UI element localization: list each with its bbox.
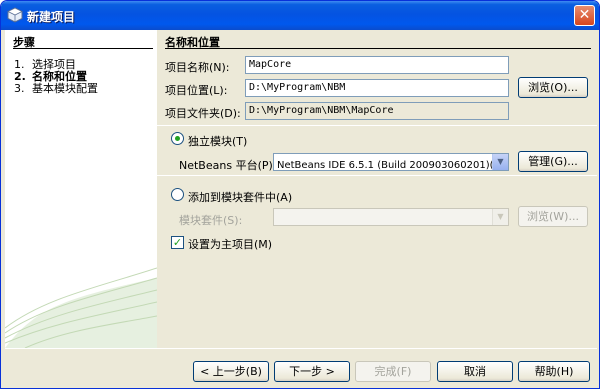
step-item-module-config: 3. 基本模块配置 — [14, 80, 98, 96]
project-folder-field: D:\MyProgram\NBM\MapCore — [245, 102, 509, 120]
platform-select[interactable]: NetBeans IDE 6.5.1 (Build 200903060201)(… — [273, 153, 509, 171]
button-bar-divider — [5, 348, 597, 349]
standalone-module-radio[interactable] — [171, 132, 184, 145]
title-bar[interactable]: 新建项目 ✕ — [1, 1, 599, 30]
standalone-module-label[interactable]: 独立模块(T) — [188, 133, 247, 149]
project-location-field[interactable]: D:\MyProgram\NBM — [245, 79, 509, 97]
main-project-label[interactable]: 设置为主项目(M) — [188, 236, 272, 252]
add-to-suite-label[interactable]: 添加到模块套件中(A) — [188, 189, 292, 205]
step-number: 3. — [14, 82, 25, 95]
form-pane: 名称和位置 项目名称(N): MapCore 项目位置(L): D:\MyPro… — [157, 30, 597, 348]
manage-platforms-button[interactable]: 管理(G)... — [518, 151, 588, 172]
cancel-button[interactable]: 取消 — [437, 361, 513, 382]
new-project-dialog: 新建项目 ✕ 步骤 1. 选择项目 2. 名称和位置 3. 基本模块配置 名称和位置 … — [0, 0, 600, 389]
back-button[interactable]: < 上一步(B) — [193, 361, 269, 382]
browse-suite-button[interactable]: 浏览(W)... — [518, 206, 588, 227]
main-project-checkbox[interactable]: ✓ — [171, 236, 184, 249]
chevron-down-icon[interactable]: ▼ — [492, 154, 508, 170]
steps-divider — [13, 48, 153, 49]
separator — [157, 125, 597, 126]
help-button[interactable]: 帮助(H) — [518, 361, 590, 382]
steps-pane: 步骤 1. 选择项目 2. 名称和位置 3. 基本模块配置 — [5, 30, 157, 348]
module-suite-label: 模块套件(S): — [179, 214, 243, 227]
next-button[interactable]: 下一步 > — [274, 361, 350, 382]
window-title: 新建项目 — [27, 10, 76, 24]
section-divider — [165, 48, 591, 49]
button-bar: < 上一步(B) 下一步 > 完成(F) 取消 帮助(H) — [1, 348, 599, 388]
project-folder-label: 项目文件夹(D): — [165, 107, 241, 120]
close-button[interactable]: ✕ — [574, 5, 595, 26]
separator — [157, 175, 597, 176]
finish-button[interactable]: 完成(F) — [355, 361, 431, 382]
project-name-label: 项目名称(N): — [165, 61, 230, 74]
module-suite-select[interactable]: ▼ — [273, 208, 509, 226]
platform-label: NetBeans 平台(P): — [179, 159, 277, 172]
decorative-swirl — [5, 267, 157, 348]
project-location-label: 项目位置(L): — [165, 84, 228, 97]
browse-location-button[interactable]: 浏览(O)... — [518, 77, 588, 98]
chevron-down-icon[interactable]: ▼ — [492, 209, 508, 225]
project-name-field[interactable]: MapCore — [245, 56, 509, 74]
netbeans-cube-icon — [7, 7, 23, 23]
platform-selected-value: NetBeans IDE 6.5.1 (Build 200903060201)(… — [277, 160, 509, 171]
step-label: 基本模块配置 — [32, 82, 98, 95]
add-to-suite-radio[interactable] — [171, 188, 184, 201]
